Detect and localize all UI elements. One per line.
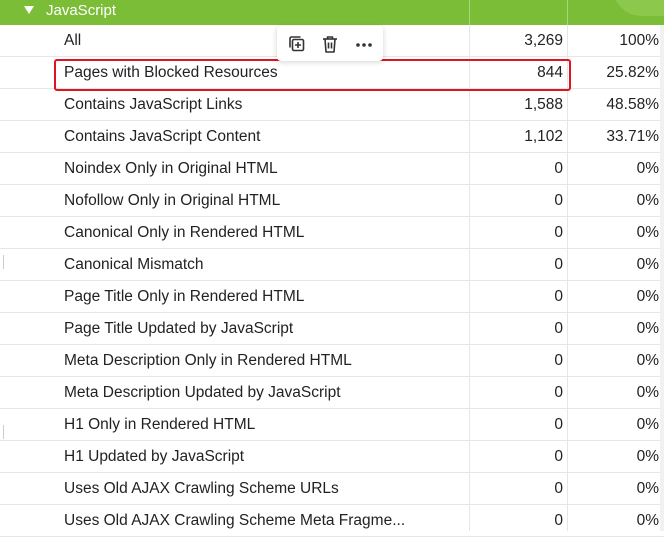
row-count: 3,269 [524,32,563,49]
row-count: 1,102 [524,128,563,145]
section-title: JavaScript [46,2,117,19]
row-label: Meta Description Only in Rendered HTML [64,352,352,369]
trash-icon[interactable] [319,33,341,55]
row-label: Nofollow Only in Original HTML [64,192,281,209]
row-percent: 100% [619,32,659,49]
row-count: 0 [554,224,563,241]
row-count: 0 [554,288,563,305]
table-row[interactable]: Noindex Only in Original HTML 0 0% [0,153,664,185]
row-label: Page Title Updated by JavaScript [64,320,294,337]
table-row[interactable]: Uses Old AJAX Crawling Scheme URLs 0 0% [0,473,664,505]
row-percent: 0% [636,352,659,369]
row-percent: 0% [636,288,659,305]
table-row[interactable]: Meta Description Updated by JavaScript 0 0… [0,377,664,409]
row-percent: 0% [636,416,659,433]
row-label: Noindex Only in Original HTML [64,160,278,177]
row-count: 0 [554,256,563,273]
row-count: 0 [554,320,563,337]
row-percent: 0% [636,384,659,401]
row-count: 0 [554,512,563,529]
row-label: Contains JavaScript Links [64,96,243,113]
table-row[interactable]: Page Title Updated by JavaScript 0 0% [0,313,664,345]
row-percent: 0% [636,320,659,337]
row-percent: 0% [636,512,659,529]
row-label: Pages with Blocked Resources [64,64,278,81]
vertical-scrollbar[interactable] [660,25,664,531]
row-label: H1 Updated by JavaScript [64,448,245,465]
row-percent: 33.71% [606,128,659,145]
row-label: Canonical Mismatch [64,256,204,273]
row-percent: 0% [636,160,659,177]
row-percent: 0% [636,192,659,209]
table-row[interactable]: Contains JavaScript Links 1,588 48.58% [0,89,664,121]
row-count: 0 [554,448,563,465]
row-label: Contains JavaScript Content [64,128,261,145]
filter-table: All 3,269 100% Pages with Blocked Resources… [0,25,664,537]
row-percent: 0% [636,448,659,465]
row-label: All [64,32,82,49]
row-count: 0 [554,384,563,401]
left-edge-tick [0,255,4,269]
row-label: Canonical Only in Rendered HTML [64,224,305,241]
row-label: Uses Old AJAX Crawling Scheme URLs [64,480,339,497]
row-count: 0 [554,192,563,209]
row-label: Meta Description Updated by JavaScript [64,384,341,401]
left-edge-tick [0,425,4,439]
row-percent: 25.82% [606,64,659,81]
row-action-toolbar [277,26,383,61]
row-count: 0 [554,416,563,433]
section-header-javascript[interactable]: JavaScript [0,0,664,25]
row-count: 1,588 [524,96,563,113]
row-percent: 0% [636,480,659,497]
table-row[interactable]: Uses Old AJAX Crawling Scheme Meta Fragm… [0,505,664,537]
row-label: Page Title Only in Rendered HTML [64,288,305,305]
table-row[interactable]: Nofollow Only in Original HTML 0 0% [0,185,664,217]
header-divider [469,0,470,25]
table-row[interactable]: H1 Only in Rendered HTML 0 0% [0,409,664,441]
row-count: 0 [554,352,563,369]
table-row[interactable]: Canonical Mismatch 0 0% [0,249,664,281]
row-label: Uses Old AJAX Crawling Scheme Meta Fragm… [64,512,406,529]
row-percent: 0% [636,224,659,241]
collapse-triangle-icon[interactable] [24,6,34,14]
table-row[interactable]: Pages with Blocked Resources 844 25.82% [0,57,664,89]
row-percent: 0% [636,256,659,273]
row-percent: 48.58% [606,96,659,113]
more-horizontal-icon[interactable] [353,33,375,55]
row-count: 0 [554,160,563,177]
table-row[interactable]: Contains JavaScript Content 1,102 33.71% [0,121,664,153]
header-decoration [612,0,664,16]
table-row[interactable]: Meta Description Only in Rendered HTML 0 0… [0,345,664,377]
header-divider [567,0,568,25]
row-count: 844 [537,64,563,81]
table-row[interactable]: Page Title Only in Rendered HTML 0 0% [0,281,664,313]
table-row[interactable]: Canonical Only in Rendered HTML 0 0% [0,217,664,249]
table-row[interactable]: H1 Updated by JavaScript 0 0% [0,441,664,473]
copy-plus-icon[interactable] [286,33,308,55]
row-label: H1 Only in Rendered HTML [64,416,256,433]
row-count: 0 [554,480,563,497]
